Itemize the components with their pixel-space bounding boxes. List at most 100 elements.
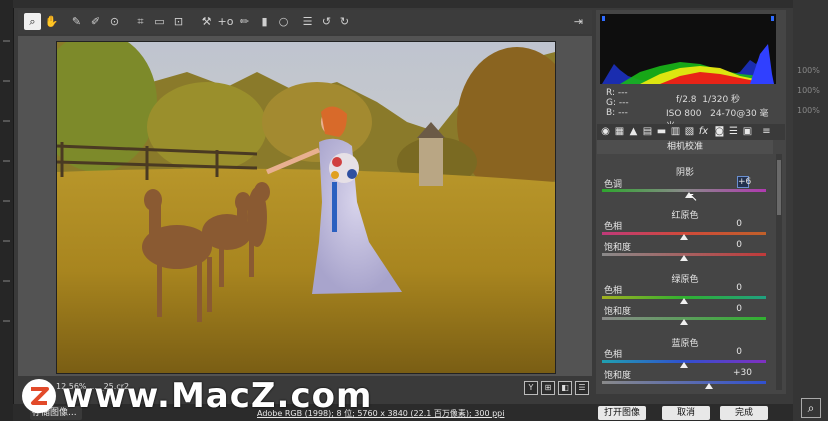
ps-opacity-2: 100%: [797, 86, 820, 95]
green-hue-value: 0: [736, 283, 742, 293]
tab-presets[interactable]: ☰: [728, 125, 739, 138]
rotate-ccw-button[interactable]: ↺: [318, 13, 335, 30]
photo-preview[interactable]: [56, 41, 556, 374]
watermark-logo-icon: [22, 379, 56, 413]
view-swap-button[interactable]: ◧: [558, 381, 572, 395]
fx-icon: fx: [698, 126, 709, 137]
toolbar-tick: [3, 80, 10, 82]
g-value: ---: [618, 98, 629, 108]
fullscreen-button[interactable]: ⇥: [570, 13, 587, 30]
toolbar-tick: [3, 200, 10, 202]
hand-tool-button[interactable]: ✋: [43, 13, 60, 30]
tab-hsl[interactable]: ▤: [642, 125, 653, 138]
blue-primary-title: 蓝原色: [671, 339, 699, 349]
photoshop-toolbar-edge: [0, 0, 14, 421]
camera-info: R: --- G: --- B: --- f/2.8 1/320 秒 ISO 8…: [600, 86, 776, 132]
blue-saturation-thumb[interactable]: [704, 383, 713, 389]
shadows-tint-value[interactable]: +6: [737, 176, 751, 188]
toolbar-tick: [3, 120, 10, 122]
adjustment-brush-button[interactable]: ✏: [236, 13, 253, 30]
white-balance-tool-button[interactable]: ✎: [68, 13, 85, 30]
mouse-cursor-icon: ↖: [688, 190, 699, 204]
red-eye-tool-button[interactable]: +o: [217, 13, 234, 30]
photo-image: [57, 42, 555, 373]
r-value: ---: [617, 88, 628, 98]
split-toning-icon: ▬: [656, 126, 667, 137]
graduated-filter-icon: ▮: [261, 15, 268, 28]
transform-icon: ⊡: [173, 15, 184, 28]
tab-basic[interactable]: ◉: [600, 125, 611, 138]
title-strip: [13, 0, 793, 8]
iso-value: ISO 800: [666, 109, 702, 119]
zoom-tool-button[interactable]: ⌕: [24, 13, 41, 30]
crop-tool-button[interactable]: ⌗: [132, 13, 149, 30]
ps-opacity-3: 100%: [797, 106, 820, 115]
rotate-cw-button[interactable]: ↻: [336, 13, 353, 30]
toolbar-tick: [3, 280, 10, 282]
tab-split-toning[interactable]: ▬: [656, 125, 667, 138]
graduated-filter-button[interactable]: ▮: [256, 13, 273, 30]
straighten-tool-button[interactable]: ▭: [151, 13, 168, 30]
tab-detail[interactable]: ▲: [628, 125, 639, 138]
tab-tone-curve[interactable]: ▦: [614, 125, 625, 138]
red-saturation-label: 饱和度: [604, 243, 632, 253]
red-hue-value: 0: [736, 219, 742, 229]
radial-filter-button[interactable]: ○: [275, 13, 292, 30]
tab-snapshots[interactable]: ▣: [742, 125, 753, 138]
blue-hue-value: 0: [736, 347, 742, 357]
blue-hue-label: 色相: [604, 350, 623, 360]
toolbar-tick: [3, 320, 10, 322]
watermark-text: www.MacZ.com: [62, 376, 373, 416]
green-hue-thumb[interactable]: [680, 298, 688, 304]
green-saturation-thumb[interactable]: [680, 319, 688, 325]
red-saturation-value: 0: [736, 240, 742, 250]
highlight-clipping-icon[interactable]: [771, 16, 774, 21]
blue-hue-thumb[interactable]: [680, 362, 688, 368]
straighten-icon: ▭: [154, 15, 165, 28]
aperture-icon: ◉: [601, 126, 610, 137]
spot-removal-tool-button[interactable]: ⚒: [198, 13, 215, 30]
tab-effects[interactable]: fx: [698, 125, 709, 138]
blue-saturation-value: +30: [733, 368, 752, 378]
view-y-button[interactable]: Y: [524, 381, 538, 395]
acr-toolbar: ⌕ ✋ ✎ ✐ ⊙ ⌗ ▭ ⊡ ⚒ +o ✏ ▮ ○ ☰ ↺ ↻ ⇥: [18, 10, 592, 34]
mountain-icon: ▲: [629, 126, 638, 137]
panel-scrollbar-thumb[interactable]: [777, 160, 781, 215]
histogram: [600, 14, 776, 84]
spot-removal-icon: ⚒: [201, 15, 212, 28]
red-eye-icon: +o: [217, 15, 234, 28]
target-adjust-tool-button[interactable]: ⊙: [106, 13, 123, 30]
panel-menu-button[interactable]: ≡: [761, 125, 772, 138]
red-saturation-thumb[interactable]: [680, 255, 688, 261]
b-label: B:: [606, 108, 616, 118]
view-settings-button[interactable]: ☰: [575, 381, 589, 395]
blue-saturation-slider[interactable]: [602, 381, 766, 384]
green-saturation-value: 0: [736, 304, 742, 314]
presets-icon: ☰: [729, 126, 738, 137]
tab-lens[interactable]: ▥: [670, 125, 681, 138]
tab-camera-calibration[interactable]: ◙: [714, 125, 725, 138]
hand-icon: ✋: [44, 15, 59, 28]
search-icon[interactable]: ⌕: [801, 398, 821, 418]
g-label: G:: [606, 98, 617, 108]
fullscreen-icon: ⇥: [573, 15, 584, 28]
color-sampler-tool-button[interactable]: ✐: [87, 13, 104, 30]
shutter-value: 1/320 秒: [702, 95, 741, 105]
aperture-value: f/2.8: [676, 95, 697, 105]
done-button[interactable]: 完成: [720, 406, 768, 420]
cancel-button[interactable]: 取消: [662, 406, 710, 420]
camera-icon: ◙: [714, 126, 725, 137]
transform-tool-button[interactable]: ⊡: [170, 13, 187, 30]
histogram-graph: [600, 14, 776, 84]
preferences-button[interactable]: ☰: [299, 13, 316, 30]
color-sampler-icon: ✐: [90, 15, 101, 28]
eyedropper-icon: ✎: [71, 15, 82, 28]
tab-transform[interactable]: ▧: [684, 125, 695, 138]
red-hue-thumb[interactable]: [680, 234, 688, 240]
shadow-clipping-icon[interactable]: [602, 16, 605, 21]
view-before-after-button[interactable]: ⊞: [541, 381, 555, 395]
green-primary-title: 绿原色: [671, 275, 699, 285]
open-image-button[interactable]: 打开图像: [598, 406, 646, 420]
toolbar-tick: [3, 240, 10, 242]
ps-opacity-1: 100%: [797, 66, 820, 75]
